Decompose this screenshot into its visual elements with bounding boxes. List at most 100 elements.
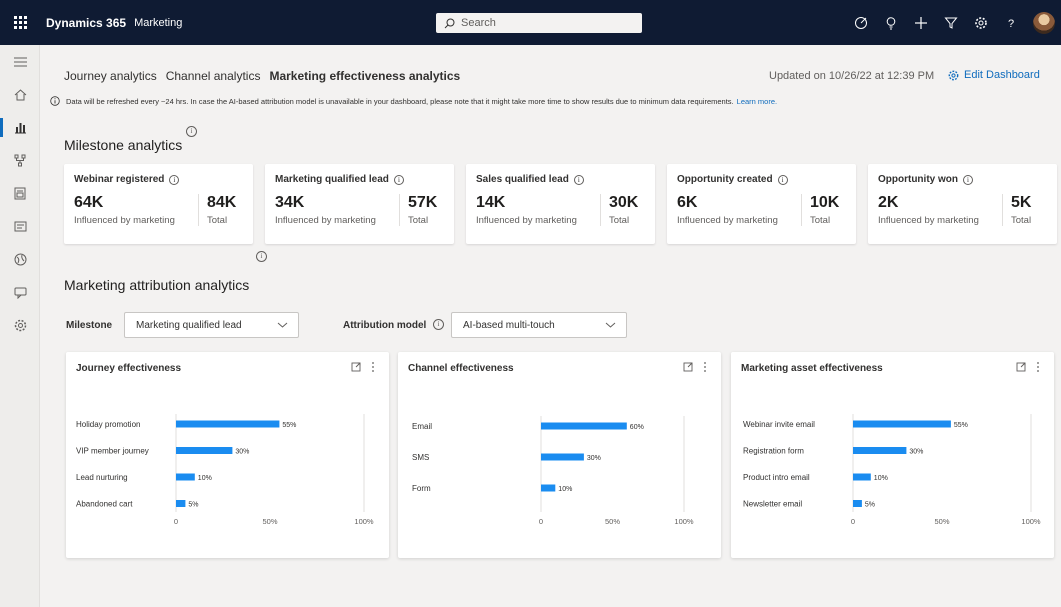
chevron-down-icon: [605, 322, 616, 328]
total-label: Total: [408, 215, 429, 226]
category-label: Newsletter email: [743, 500, 802, 509]
edit-dashboard-label: Edit Dashboard: [964, 69, 1040, 81]
category-label: Webinar invite email: [743, 420, 815, 429]
info-icon[interactable]: i: [573, 174, 584, 185]
bar: [541, 422, 627, 430]
influenced-value: 34K: [275, 194, 305, 211]
waffle-icon[interactable]: [0, 0, 40, 45]
bar: [541, 453, 584, 461]
bar: [853, 500, 862, 507]
info-icon[interactable]: i: [777, 174, 788, 185]
tab-marketing-effectiveness[interactable]: Marketing effectiveness analytics: [269, 69, 460, 83]
globe-icon[interactable]: [0, 243, 40, 276]
bar: [853, 447, 907, 454]
info-icon: [50, 96, 60, 106]
settings-icon[interactable]: [0, 309, 40, 342]
app-name[interactable]: Marketing: [134, 17, 182, 29]
attribution-model-dropdown[interactable]: AI-based multi-touch: [451, 312, 627, 338]
milestone-card-webinar[interactable]: Webinar registered i 64K Influenced by mar…: [64, 164, 253, 244]
influenced-label: Influenced by marketing: [677, 215, 778, 226]
brand-name[interactable]: Dynamics 365: [46, 16, 126, 30]
category-label: Product intro email: [743, 473, 810, 482]
category-label: Abandoned cart: [76, 500, 133, 509]
gear-icon[interactable]: [967, 9, 995, 37]
milestone-card-sql[interactable]: Sales qualified lead i 14K Influenced by m…: [466, 164, 655, 244]
chevron-down-icon: [277, 322, 288, 328]
help-icon[interactable]: ?: [997, 9, 1025, 37]
tick-label: 50%: [262, 517, 277, 526]
info-icon[interactable]: i: [433, 319, 444, 330]
gear-icon: [948, 70, 959, 80]
bar-chart: Email 60% SMS 30% Form 10% 0 50% 100%: [412, 416, 694, 526]
chat-icon[interactable]: [0, 276, 40, 309]
milestone-filter-label: Milestone: [66, 320, 113, 331]
email-icon[interactable]: [0, 210, 40, 243]
tab-journey-analytics[interactable]: Journey analytics: [64, 69, 157, 83]
journey-icon[interactable]: [0, 144, 40, 177]
data-label: 30%: [909, 449, 923, 456]
data-label: 5%: [865, 502, 875, 509]
total-label: Total: [207, 215, 228, 226]
bar: [853, 473, 871, 481]
info-icon[interactable]: i: [393, 174, 404, 185]
milestone-card-mql[interactable]: Marketing qualified lead i 34K Influenced …: [265, 164, 454, 244]
marketing-asset-effectiveness-panel: Marketing asset effectiveness Webinar in…: [731, 352, 1054, 558]
info-icon[interactable]: i: [256, 251, 267, 262]
tab-channel-analytics[interactable]: Channel analytics: [166, 69, 261, 83]
influenced-value: 6K: [677, 194, 698, 211]
influenced-value: 2K: [878, 194, 899, 211]
bar: [176, 447, 233, 454]
form-icon[interactable]: [0, 177, 40, 210]
tick-label: 100%: [1021, 517, 1041, 526]
journey-effectiveness-panel: Journey effectiveness Holiday promotion 5…: [66, 352, 389, 558]
bar: [853, 420, 951, 428]
analytics-tabs: Journey analytics Channel analytics Mark…: [64, 69, 469, 83]
milestone-card-opportunity-created[interactable]: Opportunity created i 6K Influenced by mar…: [667, 164, 856, 244]
influenced-value: 64K: [74, 194, 104, 211]
data-label: 10%: [198, 475, 212, 482]
total-value: 10K: [810, 194, 840, 211]
bar: [176, 420, 280, 428]
filter-icon[interactable]: [937, 9, 965, 37]
tick-label: 0: [851, 517, 855, 526]
channel-effectiveness-panel: Channel effectiveness Email 60% SMS 30% Form…: [398, 352, 721, 558]
learn-more-link[interactable]: Learn more.: [737, 97, 777, 106]
plus-icon[interactable]: [907, 9, 935, 37]
data-label: 5%: [188, 502, 198, 509]
bar-chart: Webinar invite email 55% Registration form…: [743, 414, 1041, 526]
total-value: 57K: [408, 194, 438, 211]
milestone-dropdown[interactable]: Marketing qualified lead: [124, 312, 299, 338]
svg-text:?: ?: [1008, 18, 1014, 30]
avatar[interactable]: [1033, 11, 1055, 34]
milestone-analytics-title: Milestone analytics: [64, 137, 183, 153]
updated-timestamp: Updated on 10/26/22 at 12:39 PM: [769, 70, 935, 82]
home-icon[interactable]: [0, 78, 40, 111]
info-icon[interactable]: i: [963, 174, 973, 185]
total-label: Total: [609, 215, 630, 226]
influenced-value: 14K: [476, 194, 506, 211]
milestone-dropdown-value: Marketing qualified lead: [136, 319, 242, 331]
data-label: 10%: [558, 486, 572, 493]
influenced-label: Influenced by marketing: [878, 215, 979, 226]
influenced-label: Influenced by marketing: [74, 215, 175, 226]
lightbulb-icon[interactable]: [877, 9, 905, 37]
info-icon[interactable]: i: [186, 126, 197, 137]
analytics-icon[interactable]: [0, 111, 40, 144]
card-title: Opportunity created: [677, 174, 773, 185]
target-icon[interactable]: [847, 9, 875, 37]
card-title: Sales qualified lead: [476, 174, 569, 185]
search-box[interactable]: Search: [436, 13, 642, 33]
category-label: Registration form: [743, 447, 804, 456]
top-bar: Dynamics 365 Marketing Search ?: [0, 0, 1061, 45]
bar: [541, 484, 556, 492]
menu-icon[interactable]: [0, 45, 40, 78]
data-label: 10%: [874, 475, 888, 482]
data-label: 30%: [587, 455, 601, 462]
attribution-model-value: AI-based multi-touch: [463, 319, 555, 331]
category-label: SMS: [412, 453, 429, 462]
milestone-card-opportunity-won[interactable]: Opportunity won i 2K Influenced by marketi…: [868, 164, 1057, 244]
data-label: 60%: [630, 424, 644, 431]
info-icon[interactable]: i: [169, 174, 180, 185]
category-label: Form: [412, 484, 431, 493]
edit-dashboard-button[interactable]: Edit Dashboard: [948, 69, 1040, 81]
